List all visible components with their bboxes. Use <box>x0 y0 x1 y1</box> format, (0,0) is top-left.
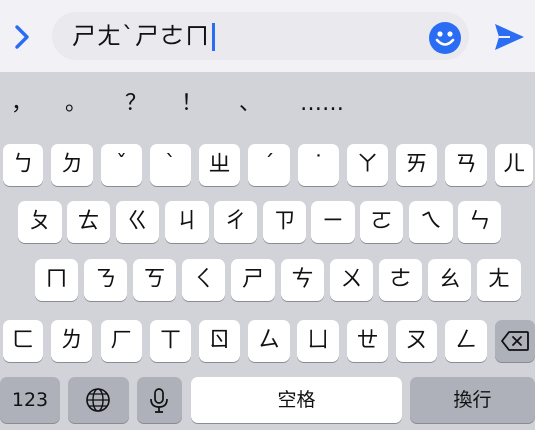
key-bpmf[interactable]: ㄠ <box>428 259 471 301</box>
key-bpmf[interactable]: ㄤ <box>477 259 521 301</box>
delete-key[interactable] <box>495 320 535 362</box>
key-tone[interactable]: ˙ <box>298 144 339 186</box>
candidate-item[interactable]: ， <box>2 86 42 122</box>
key-bpmf[interactable]: ㄩ <box>297 320 339 362</box>
candidate-item[interactable]: 。 <box>56 86 96 122</box>
key-bpmf[interactable]: ㄛ <box>360 201 403 243</box>
key-tone[interactable]: ˇ <box>101 144 142 186</box>
key-bpmf[interactable]: ㄔ <box>214 201 257 243</box>
candidate-item[interactable]: 、 <box>230 86 270 122</box>
smiley-face-icon[interactable] <box>429 22 461 54</box>
numbers-key[interactable]: 123 <box>0 377 60 423</box>
key-bpmf[interactable]: ㄥ <box>445 320 487 362</box>
candidate-item[interactable]: ？ <box>116 86 156 122</box>
key-bpmf[interactable]: ㄕ <box>231 259 275 301</box>
key-bpmf[interactable]: ㄨ <box>330 259 373 301</box>
key-bpmf[interactable]: ㄡ <box>396 320 437 362</box>
return-key-label: 換行 <box>453 389 492 411</box>
candidate-item[interactable]: ！ <box>172 86 212 122</box>
key-bpmf[interactable]: ㄑ <box>182 259 225 301</box>
globe-key[interactable] <box>68 377 129 423</box>
key-bpmf[interactable]: ㄆ <box>18 201 62 243</box>
key-bpmf[interactable]: ㄙ <box>248 320 290 362</box>
key-tone[interactable]: ˋ <box>150 144 191 186</box>
paper-plane-send-icon[interactable] <box>492 20 526 54</box>
key-bpmf[interactable]: ㄖ <box>199 320 240 362</box>
key-bpmf[interactable]: ㄧ <box>311 201 355 243</box>
message-input[interactable]: ㄕㄤˋㄕㄜㄇ <box>52 12 469 60</box>
key-bpmf[interactable]: ㄈ <box>3 320 43 362</box>
key-bpmf[interactable]: ㄎ <box>133 259 176 301</box>
key-bpmf[interactable]: ㄋ <box>84 259 127 301</box>
message-input-text: ㄕㄤˋㄕㄜㄇ <box>72 21 215 51</box>
message-bar: ㄕㄤˋㄕㄜㄇ <box>0 0 535 72</box>
return-key[interactable]: 換行 <box>410 377 535 423</box>
key-bpmf[interactable]: ㄗ <box>263 201 306 243</box>
globe-icon <box>86 388 110 412</box>
candidate-item[interactable]: …… <box>286 86 358 122</box>
backspace-icon <box>501 331 529 351</box>
space-key[interactable]: 空格 <box>191 377 402 423</box>
key-bpmf[interactable]: ㄦ <box>495 144 533 186</box>
key-bpmf[interactable]: ㄒ <box>150 320 191 362</box>
key-bpmf[interactable]: ㄇ <box>35 259 78 301</box>
key-bpmf[interactable]: ㄉ <box>51 144 93 186</box>
key-bpmf[interactable]: ㄚ <box>347 144 388 186</box>
text-caret <box>212 23 215 51</box>
microphone-icon <box>150 388 168 413</box>
space-key-label: 空格 <box>277 389 316 411</box>
key-tone[interactable]: ˊ <box>248 144 290 186</box>
key-bpmf[interactable]: ㄏ <box>101 320 142 362</box>
message-input-value: ㄕㄤˋㄕㄜㄇ <box>72 22 210 50</box>
key-bpmf[interactable]: ㄣ <box>458 201 501 243</box>
key-bpmf[interactable]: ㄅ <box>3 144 43 186</box>
key-bpmf[interactable]: ㄢ <box>445 144 487 186</box>
numbers-key-label: 123 <box>11 389 49 411</box>
key-bpmf[interactable]: ㄜ <box>379 259 422 301</box>
key-bpmf[interactable]: ㄌ <box>51 320 92 362</box>
key-bpmf[interactable]: ㄓ <box>199 144 240 186</box>
key-bpmf[interactable]: ㄊ <box>67 201 110 243</box>
microphone-key[interactable] <box>137 377 182 423</box>
key-bpmf[interactable]: ㄞ <box>396 144 437 186</box>
key-bpmf[interactable]: ㄝ <box>347 320 388 362</box>
key-bpmf[interactable]: ㄍ <box>116 201 159 243</box>
key-bpmf[interactable]: ㄟ <box>409 201 453 243</box>
key-bpmf[interactable]: ㄐ <box>165 201 209 243</box>
key-bpmf[interactable]: ㄘ <box>281 259 324 301</box>
chevron-right-icon[interactable] <box>8 20 36 54</box>
